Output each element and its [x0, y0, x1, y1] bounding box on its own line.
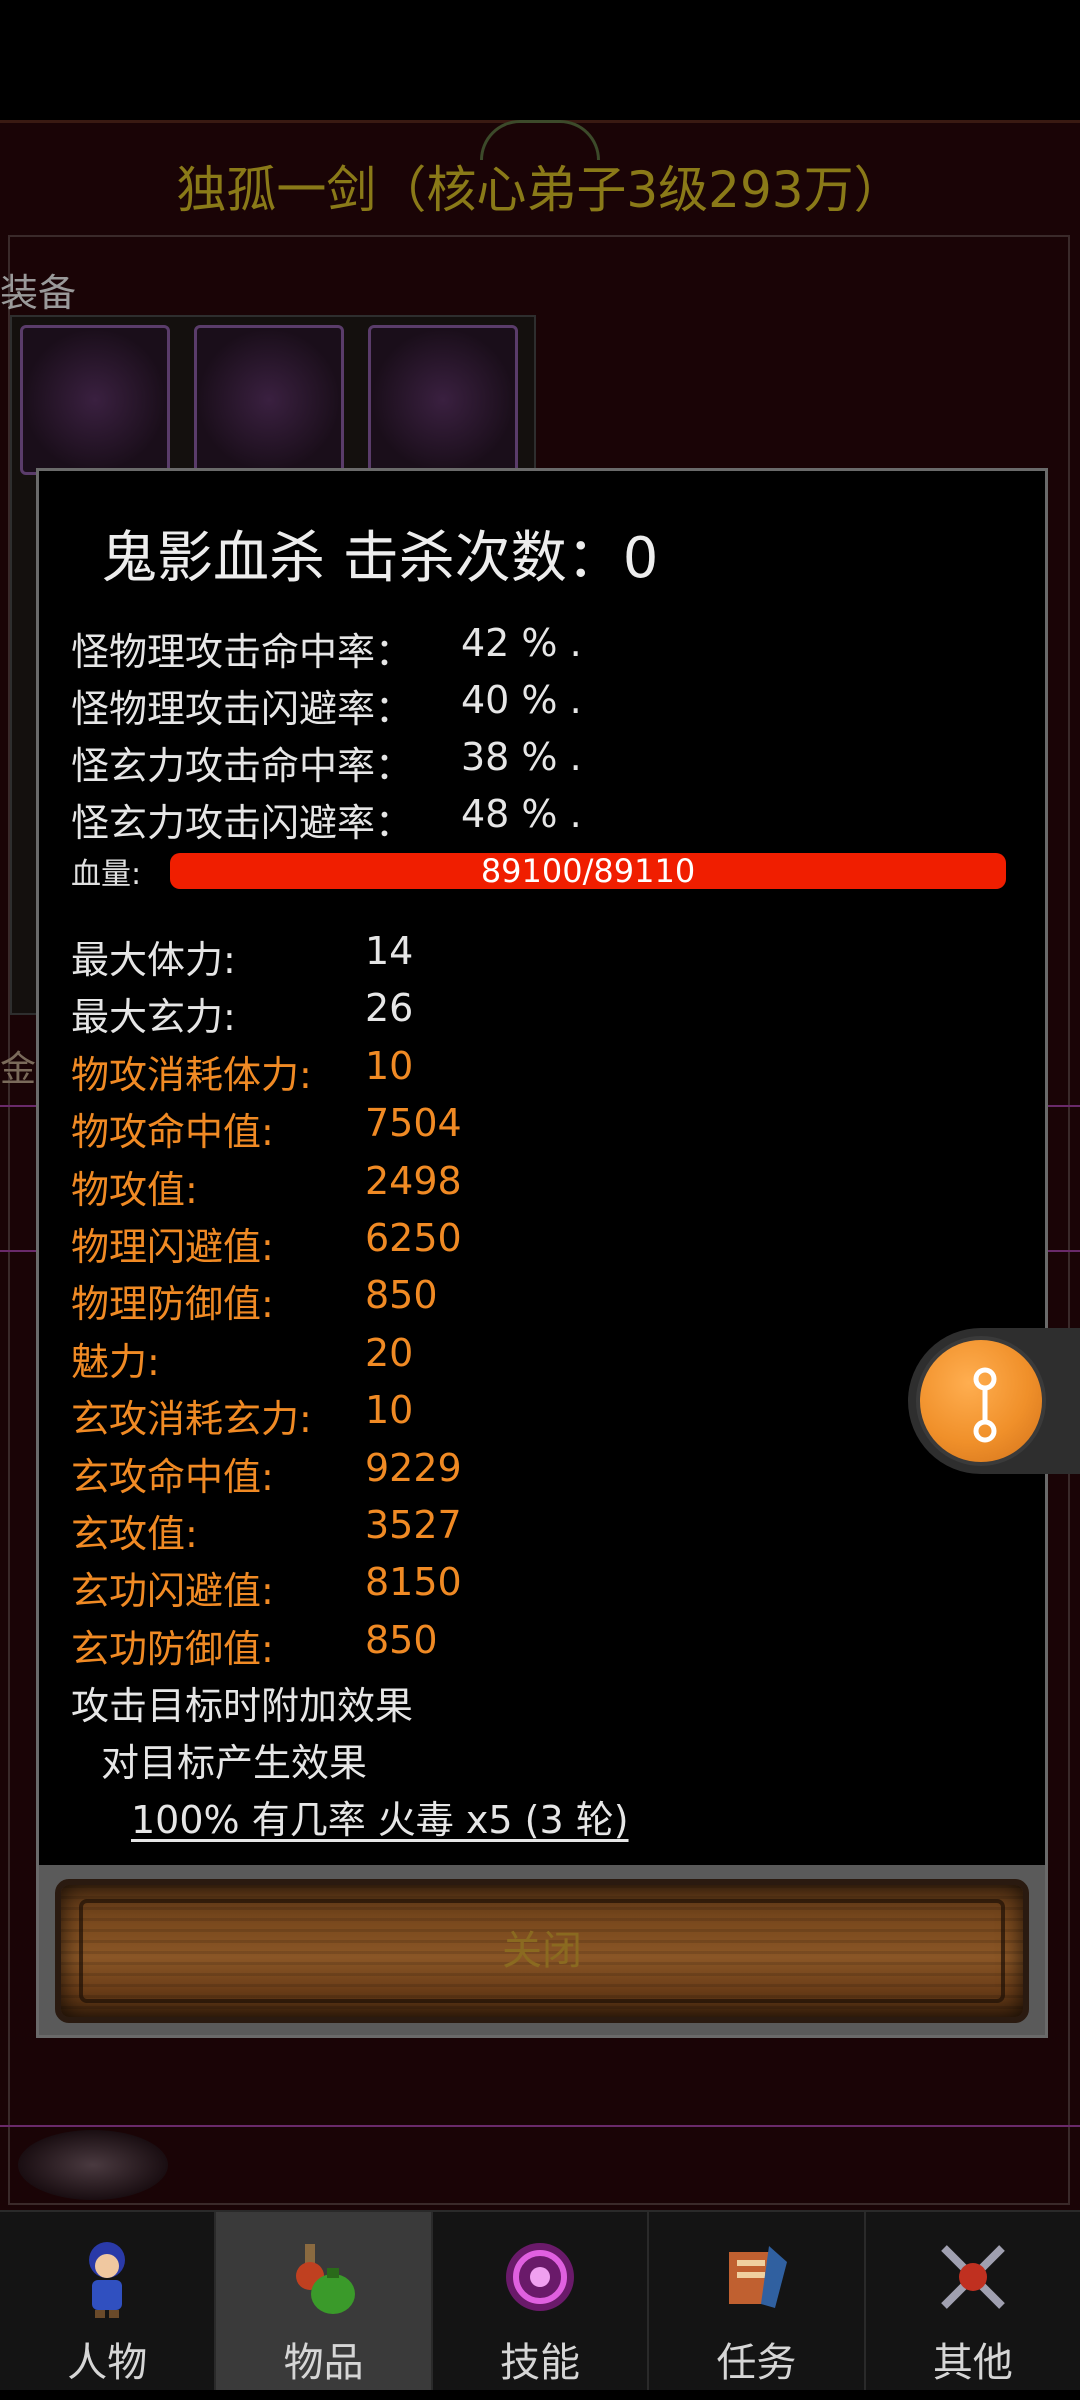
equip-slot-armor[interactable]	[194, 325, 344, 475]
crossed-weapons-icon	[940, 2245, 1005, 2309]
stat-row: 物理防御值: 850	[71, 1273, 438, 1328]
stat-row: 玄攻值: 3527	[71, 1503, 462, 1558]
link-icon	[973, 1367, 997, 1443]
stat-row: 魅力: 20	[71, 1331, 413, 1386]
stat-label: 物攻消耗体力:	[71, 1053, 312, 1097]
potion-bag-icon	[295, 2244, 355, 2314]
equip-slot-weapon[interactable]	[368, 325, 518, 475]
character-title: 独孤一剑（核心弟子3级293万）	[176, 161, 904, 219]
rate-row: 怪物理攻击命中率： 42 % .	[71, 621, 582, 676]
stat-value: 2498	[365, 1159, 462, 1203]
skill-swirl-icon	[506, 2243, 575, 2311]
monster-info-dialog: 鬼影血杀 击杀次数：0 怪物理攻击命中率： 42 % . 怪物理攻击闪避率： 4…	[36, 468, 1048, 2038]
floating-button-dock	[908, 1328, 1080, 1474]
stat-value: 850	[365, 1273, 438, 1317]
stat-value: 7504	[365, 1101, 462, 1145]
stat-row: 最大玄力: 26	[71, 986, 413, 1041]
stat-row: 物攻消耗体力: 10	[71, 1044, 413, 1099]
stat-value: 8150	[365, 1560, 462, 1604]
background-divider	[0, 2125, 1080, 2127]
rate-value: 40 % .	[461, 678, 582, 722]
stat-row: 玄攻消耗玄力: 10	[71, 1388, 413, 1443]
rate-label: 怪玄力攻击命中率：	[71, 744, 414, 788]
stat-label: 物理防御值:	[71, 1282, 274, 1326]
nav-label: 其他	[932, 2340, 1013, 2386]
stat-row: 物攻命中值: 7504	[71, 1101, 462, 1156]
nav-label: 技能	[500, 2340, 581, 2386]
equip-slot-helmet[interactable]	[20, 325, 170, 475]
stat-label: 玄攻命中值:	[71, 1455, 274, 1499]
nav-item-tasks[interactable]: 任务	[649, 2212, 866, 2400]
stat-label: 玄攻消耗玄力:	[71, 1397, 312, 1441]
hp-label: 血量:	[71, 857, 142, 892]
stat-row: 最大体力: 14	[71, 929, 413, 984]
nav-item-skills[interactable]: 技能	[433, 2212, 650, 2400]
stat-value: 9229	[365, 1446, 462, 1490]
hp-bar: 89100/89110	[170, 853, 1006, 889]
effect-detail-link[interactable]: 100% 有几率 火毒 x5 (3 轮)	[131, 1789, 629, 1844]
stat-value: 26	[365, 986, 414, 1030]
stat-label: 最大体力:	[71, 938, 236, 982]
stat-value: 6250	[365, 1216, 462, 1260]
nav-label: 物品	[283, 2340, 364, 2386]
rate-value: 42 % .	[461, 621, 582, 665]
stat-row: 玄攻命中值: 9229	[71, 1446, 462, 1501]
nav-item-other[interactable]: 其他	[866, 2212, 1080, 2400]
close-button-label: 关闭	[502, 1928, 582, 1974]
nav-item-items[interactable]: 物品	[216, 2212, 433, 2400]
nav-label: 任务	[716, 2340, 797, 2386]
stat-value: 3527	[365, 1503, 462, 1547]
nav-label: 人物	[67, 2340, 148, 2386]
nav-item-character[interactable]: 人物	[0, 2212, 217, 2400]
stat-value: 10	[365, 1388, 414, 1432]
character-icon	[89, 2242, 126, 2318]
stat-label: 物攻命中值:	[71, 1110, 274, 1154]
effect-subheading: 对目标产生效果	[101, 1741, 368, 1785]
stat-row: 物理闪避值: 6250	[71, 1216, 462, 1271]
stat-row: 物攻值: 2498	[71, 1159, 462, 1214]
close-button-area: 关闭	[39, 1865, 1045, 2035]
rate-value: 38 % .	[461, 735, 582, 779]
monster-title: 鬼影血杀 击杀次数：0	[101, 526, 659, 591]
stat-label: 玄功防御值:	[71, 1627, 274, 1671]
task-scroll-icon	[729, 2246, 788, 2308]
rate-row: 怪物理攻击闪避率： 40 % .	[71, 678, 582, 733]
equip-label: 装备	[0, 271, 77, 315]
rate-value: 48 % .	[461, 792, 582, 836]
stat-label: 物攻值:	[71, 1168, 198, 1212]
stat-label: 玄攻值:	[71, 1512, 198, 1556]
bottom-strip	[0, 2390, 1080, 2400]
stat-value: 14	[365, 929, 414, 973]
stat-label: 物理闪避值:	[71, 1225, 274, 1269]
effect-heading: 攻击目标时附加效果	[71, 1684, 414, 1728]
stat-value: 20	[365, 1331, 414, 1375]
close-button[interactable]: 关闭	[55, 1879, 1029, 2023]
rate-label: 怪物理攻击闪避率：	[71, 687, 414, 731]
stat-label: 魅力:	[71, 1340, 160, 1384]
floating-assist-button[interactable]	[916, 1336, 1046, 1466]
emblem-icon	[18, 2130, 168, 2200]
rate-row: 怪玄力攻击闪避率： 48 % .	[71, 792, 582, 847]
stat-label: 玄功闪避值:	[71, 1569, 274, 1613]
stat-value: 10	[365, 1044, 414, 1088]
stat-row: 玄功防御值: 850	[71, 1618, 438, 1673]
rate-label: 怪玄力攻击闪避率：	[71, 801, 414, 845]
stat-row: 玄功闪避值: 8150	[71, 1560, 462, 1615]
bottom-nav: 人物 物品 技能 任务 其他	[0, 2210, 1080, 2400]
rate-row: 怪玄力攻击命中率： 38 % .	[71, 735, 582, 790]
rate-label: 怪物理攻击命中率：	[71, 630, 414, 674]
stat-value: 850	[365, 1618, 438, 1662]
stat-label: 最大玄力:	[71, 995, 236, 1039]
